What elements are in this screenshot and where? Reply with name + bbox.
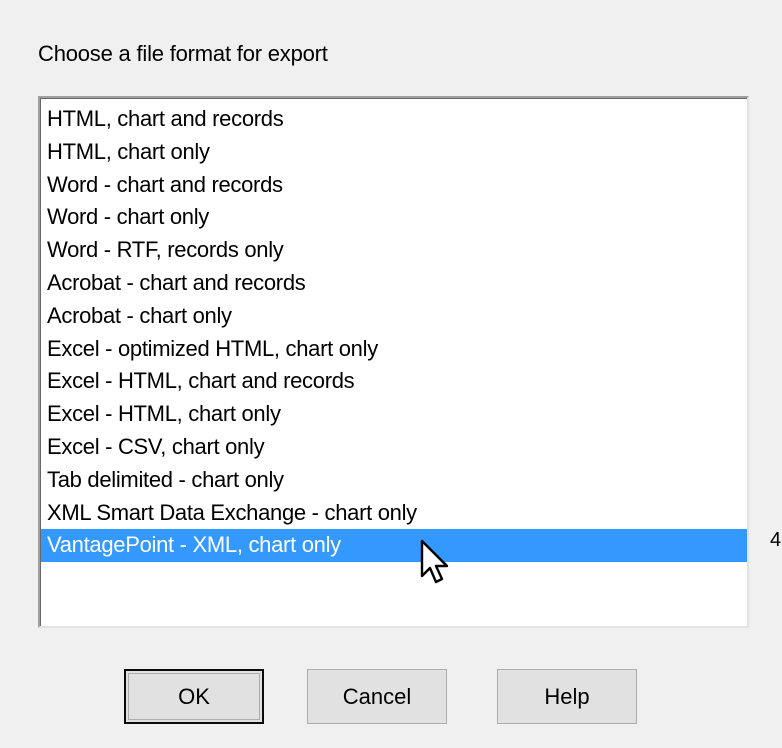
format-item[interactable]: Word - chart only <box>41 201 747 234</box>
dialog-prompt: Choose a file format for export <box>38 41 328 66</box>
format-item[interactable]: Tab delimited - chart only <box>41 464 747 497</box>
format-item[interactable]: Excel - HTML, chart only <box>41 398 747 431</box>
format-item[interactable]: Word - RTF, records only <box>41 234 747 267</box>
format-item[interactable]: HTML, chart only <box>41 136 747 169</box>
format-item-selected[interactable]: VantagePoint - XML, chart only <box>41 529 747 563</box>
format-item[interactable]: Excel - optimized HTML, chart only <box>41 333 747 366</box>
format-item[interactable]: Word - chart and records <box>41 169 747 202</box>
export-format-dialog: Choose a file format for export HTML, ch… <box>0 0 782 748</box>
cancel-button[interactable]: Cancel <box>307 669 447 724</box>
edge-mark: 4 <box>770 529 782 551</box>
format-list: HTML, chart and records HTML, chart only… <box>40 98 747 626</box>
format-item[interactable]: Acrobat - chart only <box>41 300 747 333</box>
ok-button[interactable]: OK <box>124 669 264 724</box>
format-item[interactable]: Excel - CSV, chart only <box>41 431 747 464</box>
help-button[interactable]: Help <box>497 669 637 724</box>
format-item[interactable]: Acrobat - chart and records <box>41 267 747 300</box>
format-listbox[interactable]: HTML, chart and records HTML, chart only… <box>38 96 749 628</box>
format-item[interactable]: XML Smart Data Exchange - chart only <box>41 497 747 530</box>
format-item[interactable]: Excel - HTML, chart and records <box>41 365 747 398</box>
format-item[interactable]: HTML, chart and records <box>41 103 747 136</box>
